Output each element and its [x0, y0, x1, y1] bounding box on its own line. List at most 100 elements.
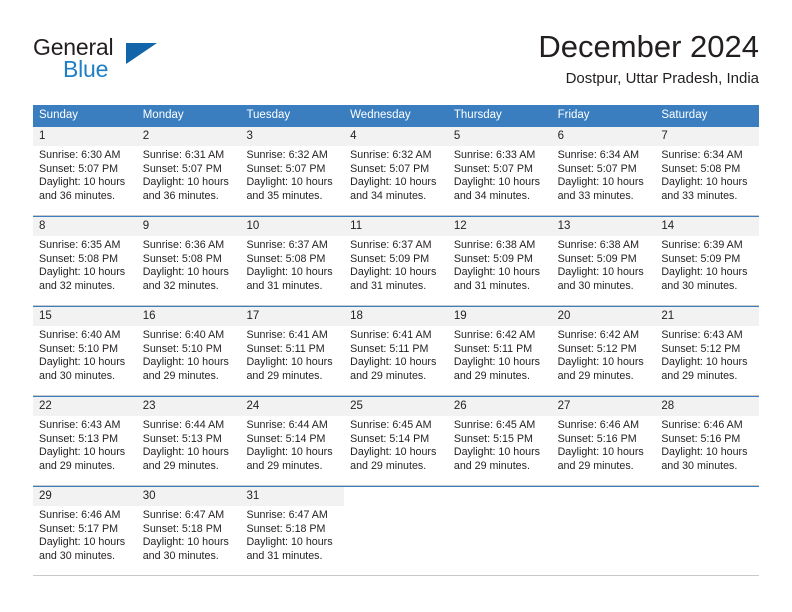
daylight-text-line2: and 29 minutes.	[142, 459, 219, 472]
day-number: 5	[447, 127, 552, 146]
calendar-day-cell[interactable]: 22 Sunrise: 6:43 AM Sunset: 5:13 PM Dayl…	[33, 397, 137, 485]
page-header: General Blue December 2024 Dostpur, Utta…	[33, 28, 759, 96]
day-number	[344, 487, 448, 506]
day-details: Sunrise: 6:32 AM Sunset: 5:07 PM Dayligh…	[240, 146, 344, 209]
calendar-day-cell[interactable]: 28 Sunrise: 6:46 AM Sunset: 5:16 PM Dayl…	[655, 397, 760, 485]
daylight-text-line1: Daylight: 10 hours	[661, 356, 748, 369]
day-number: 19	[447, 307, 552, 326]
sunrise-text: Sunrise: 6:32 AM	[246, 149, 328, 161]
daylight-text-line2: and 30 minutes.	[39, 369, 116, 382]
sunset-text: Sunset: 5:07 PM	[350, 162, 430, 175]
calendar-day-cell[interactable]: 20 Sunrise: 6:42 AM Sunset: 5:12 PM Dayl…	[551, 307, 656, 395]
day-number: 15	[33, 307, 137, 326]
calendar-day-cell[interactable]: 17 Sunrise: 6:41 AM Sunset: 5:11 PM Dayl…	[240, 307, 345, 395]
daylight-text-line1: Daylight: 10 hours	[557, 176, 644, 189]
sunset-text: Sunset: 5:16 PM	[557, 432, 637, 445]
daylight-text-line2: and 29 minutes.	[557, 369, 634, 382]
sunrise-text: Sunrise: 6:46 AM	[39, 509, 121, 521]
day-of-week-tuesday: Tuesday	[246, 109, 291, 121]
calendar-day-cell[interactable]: 23 Sunrise: 6:44 AM Sunset: 5:13 PM Dayl…	[136, 397, 241, 485]
calendar-day-cell[interactable]: 2 Sunrise: 6:31 AM Sunset: 5:07 PM Dayli…	[136, 127, 241, 215]
daylight-text-line1: Daylight: 10 hours	[350, 356, 437, 369]
calendar-day-cell[interactable]: 3 Sunrise: 6:32 AM Sunset: 5:07 PM Dayli…	[240, 127, 345, 215]
daylight-text-line2: and 32 minutes.	[39, 279, 116, 292]
calendar-day-cell-empty	[655, 487, 760, 575]
day-details: Sunrise: 6:43 AM Sunset: 5:13 PM Dayligh…	[33, 416, 137, 479]
calendar-week-row: 1 Sunrise: 6:30 AM Sunset: 5:07 PM Dayli…	[33, 126, 760, 216]
calendar-day-cell[interactable]: 30 Sunrise: 6:47 AM Sunset: 5:18 PM Dayl…	[136, 487, 241, 575]
sunset-text: Sunset: 5:09 PM	[661, 252, 741, 265]
daylight-text-line1: Daylight: 10 hours	[453, 446, 541, 459]
general-blue-logo[interactable]: General Blue	[33, 34, 233, 86]
daylight-text-line2: and 31 minutes.	[246, 549, 323, 562]
calendar-day-cell[interactable]: 29 Sunrise: 6:46 AM Sunset: 5:17 PM Dayl…	[33, 487, 137, 575]
day-details: Sunrise: 6:37 AM Sunset: 5:08 PM Dayligh…	[240, 236, 344, 299]
calendar-day-cell[interactable]: 9 Sunrise: 6:36 AM Sunset: 5:08 PM Dayli…	[136, 217, 241, 305]
calendar-day-cell[interactable]: 15 Sunrise: 6:40 AM Sunset: 5:10 PM Dayl…	[33, 307, 137, 395]
sunrise-text: Sunrise: 6:43 AM	[39, 419, 121, 431]
calendar-day-cell[interactable]: 5 Sunrise: 6:33 AM Sunset: 5:07 PM Dayli…	[447, 127, 552, 215]
daylight-text-line2: and 29 minutes.	[453, 369, 530, 382]
sunset-text: Sunset: 5:08 PM	[246, 252, 326, 265]
day-of-week-friday: Friday	[557, 109, 590, 121]
daylight-text-line2: and 36 minutes.	[39, 189, 116, 202]
daylight-text-line2: and 30 minutes.	[661, 279, 738, 292]
calendar-day-cell[interactable]: 11 Sunrise: 6:37 AM Sunset: 5:09 PM Dayl…	[344, 217, 448, 305]
day-number: 9	[136, 217, 241, 236]
sunset-text: Sunset: 5:09 PM	[453, 252, 533, 265]
calendar-day-cell[interactable]: 1 Sunrise: 6:30 AM Sunset: 5:07 PM Dayli…	[33, 127, 137, 215]
sunset-text: Sunset: 5:07 PM	[557, 162, 637, 175]
calendar-day-cell[interactable]: 13 Sunrise: 6:38 AM Sunset: 5:09 PM Dayl…	[551, 217, 656, 305]
sunrise-text: Sunrise: 6:40 AM	[142, 329, 225, 341]
calendar-day-cell[interactable]: 4 Sunrise: 6:32 AM Sunset: 5:07 PM Dayli…	[344, 127, 448, 215]
calendar-day-cell[interactable]: 10 Sunrise: 6:37 AM Sunset: 5:08 PM Dayl…	[240, 217, 345, 305]
daylight-text-line2: and 29 minutes.	[661, 369, 738, 382]
logo-text-blue: Blue	[63, 56, 109, 82]
sunset-text: Sunset: 5:07 PM	[246, 162, 326, 175]
calendar-day-cell[interactable]: 7 Sunrise: 6:34 AM Sunset: 5:08 PM Dayli…	[655, 127, 760, 215]
day-number: 25	[344, 397, 448, 416]
sunrise-text: Sunrise: 6:42 AM	[453, 329, 536, 341]
calendar-day-cell[interactable]: 25 Sunrise: 6:45 AM Sunset: 5:14 PM Dayl…	[344, 397, 448, 485]
daylight-text-line2: and 30 minutes.	[142, 549, 219, 562]
calendar-week-row: 29 Sunrise: 6:46 AM Sunset: 5:17 PM Dayl…	[33, 486, 760, 576]
calendar-page: General Blue December 2024 Dostpur, Utta…	[0, 0, 792, 612]
day-of-week-monday: Monday	[142, 109, 184, 121]
daylight-text-line1: Daylight: 10 hours	[453, 266, 541, 279]
daylight-text-line2: and 29 minutes.	[39, 459, 116, 472]
day-number: 16	[136, 307, 241, 326]
calendar-day-cell[interactable]: 12 Sunrise: 6:38 AM Sunset: 5:09 PM Dayl…	[447, 217, 552, 305]
calendar-day-cell[interactable]: 21 Sunrise: 6:43 AM Sunset: 5:12 PM Dayl…	[655, 307, 760, 395]
daylight-text-line2: and 35 minutes.	[246, 189, 323, 202]
day-number: 10	[240, 217, 345, 236]
calendar-day-cell[interactable]: 26 Sunrise: 6:45 AM Sunset: 5:15 PM Dayl…	[447, 397, 552, 485]
day-number: 4	[344, 127, 448, 146]
daylight-text-line1: Daylight: 10 hours	[557, 266, 644, 279]
calendar-day-cell[interactable]: 6 Sunrise: 6:34 AM Sunset: 5:07 PM Dayli…	[551, 127, 656, 215]
calendar-day-cell[interactable]: 27 Sunrise: 6:46 AM Sunset: 5:16 PM Dayl…	[551, 397, 656, 485]
calendar-day-cell[interactable]: 31 Sunrise: 6:47 AM Sunset: 5:18 PM Dayl…	[240, 487, 345, 575]
calendar-day-cell[interactable]: 8 Sunrise: 6:35 AM Sunset: 5:08 PM Dayli…	[33, 217, 137, 305]
daylight-text-line1: Daylight: 10 hours	[246, 176, 333, 189]
page-title: December 2024	[538, 29, 759, 64]
calendar-day-cell[interactable]: 16 Sunrise: 6:40 AM Sunset: 5:10 PM Dayl…	[136, 307, 241, 395]
sunset-text: Sunset: 5:15 PM	[453, 432, 533, 445]
calendar-day-cell-empty	[447, 487, 552, 575]
day-of-week-saturday: Saturday	[661, 109, 708, 121]
calendar-day-cell[interactable]: 14 Sunrise: 6:39 AM Sunset: 5:09 PM Dayl…	[655, 217, 760, 305]
day-number	[447, 487, 552, 506]
sunrise-text: Sunrise: 6:39 AM	[661, 239, 743, 251]
sunrise-text: Sunrise: 6:37 AM	[350, 239, 432, 251]
sunrise-text: Sunrise: 6:37 AM	[246, 239, 328, 251]
calendar-day-cell[interactable]: 18 Sunrise: 6:41 AM Sunset: 5:11 PM Dayl…	[344, 307, 448, 395]
day-details: Sunrise: 6:42 AM Sunset: 5:11 PM Dayligh…	[448, 326, 552, 389]
daylight-text-line1: Daylight: 10 hours	[142, 176, 229, 189]
day-details: Sunrise: 6:30 AM Sunset: 5:07 PM Dayligh…	[33, 146, 137, 209]
calendar-day-cell[interactable]: 19 Sunrise: 6:42 AM Sunset: 5:11 PM Dayl…	[447, 307, 552, 395]
daylight-text-line2: and 34 minutes.	[350, 189, 427, 202]
calendar-day-cell[interactable]: 24 Sunrise: 6:44 AM Sunset: 5:14 PM Dayl…	[240, 397, 345, 485]
sunset-text: Sunset: 5:14 PM	[350, 432, 430, 445]
day-details: Sunrise: 6:31 AM Sunset: 5:07 PM Dayligh…	[137, 146, 241, 209]
sunset-text: Sunset: 5:11 PM	[350, 342, 429, 355]
day-details: Sunrise: 6:38 AM Sunset: 5:09 PM Dayligh…	[448, 236, 552, 299]
